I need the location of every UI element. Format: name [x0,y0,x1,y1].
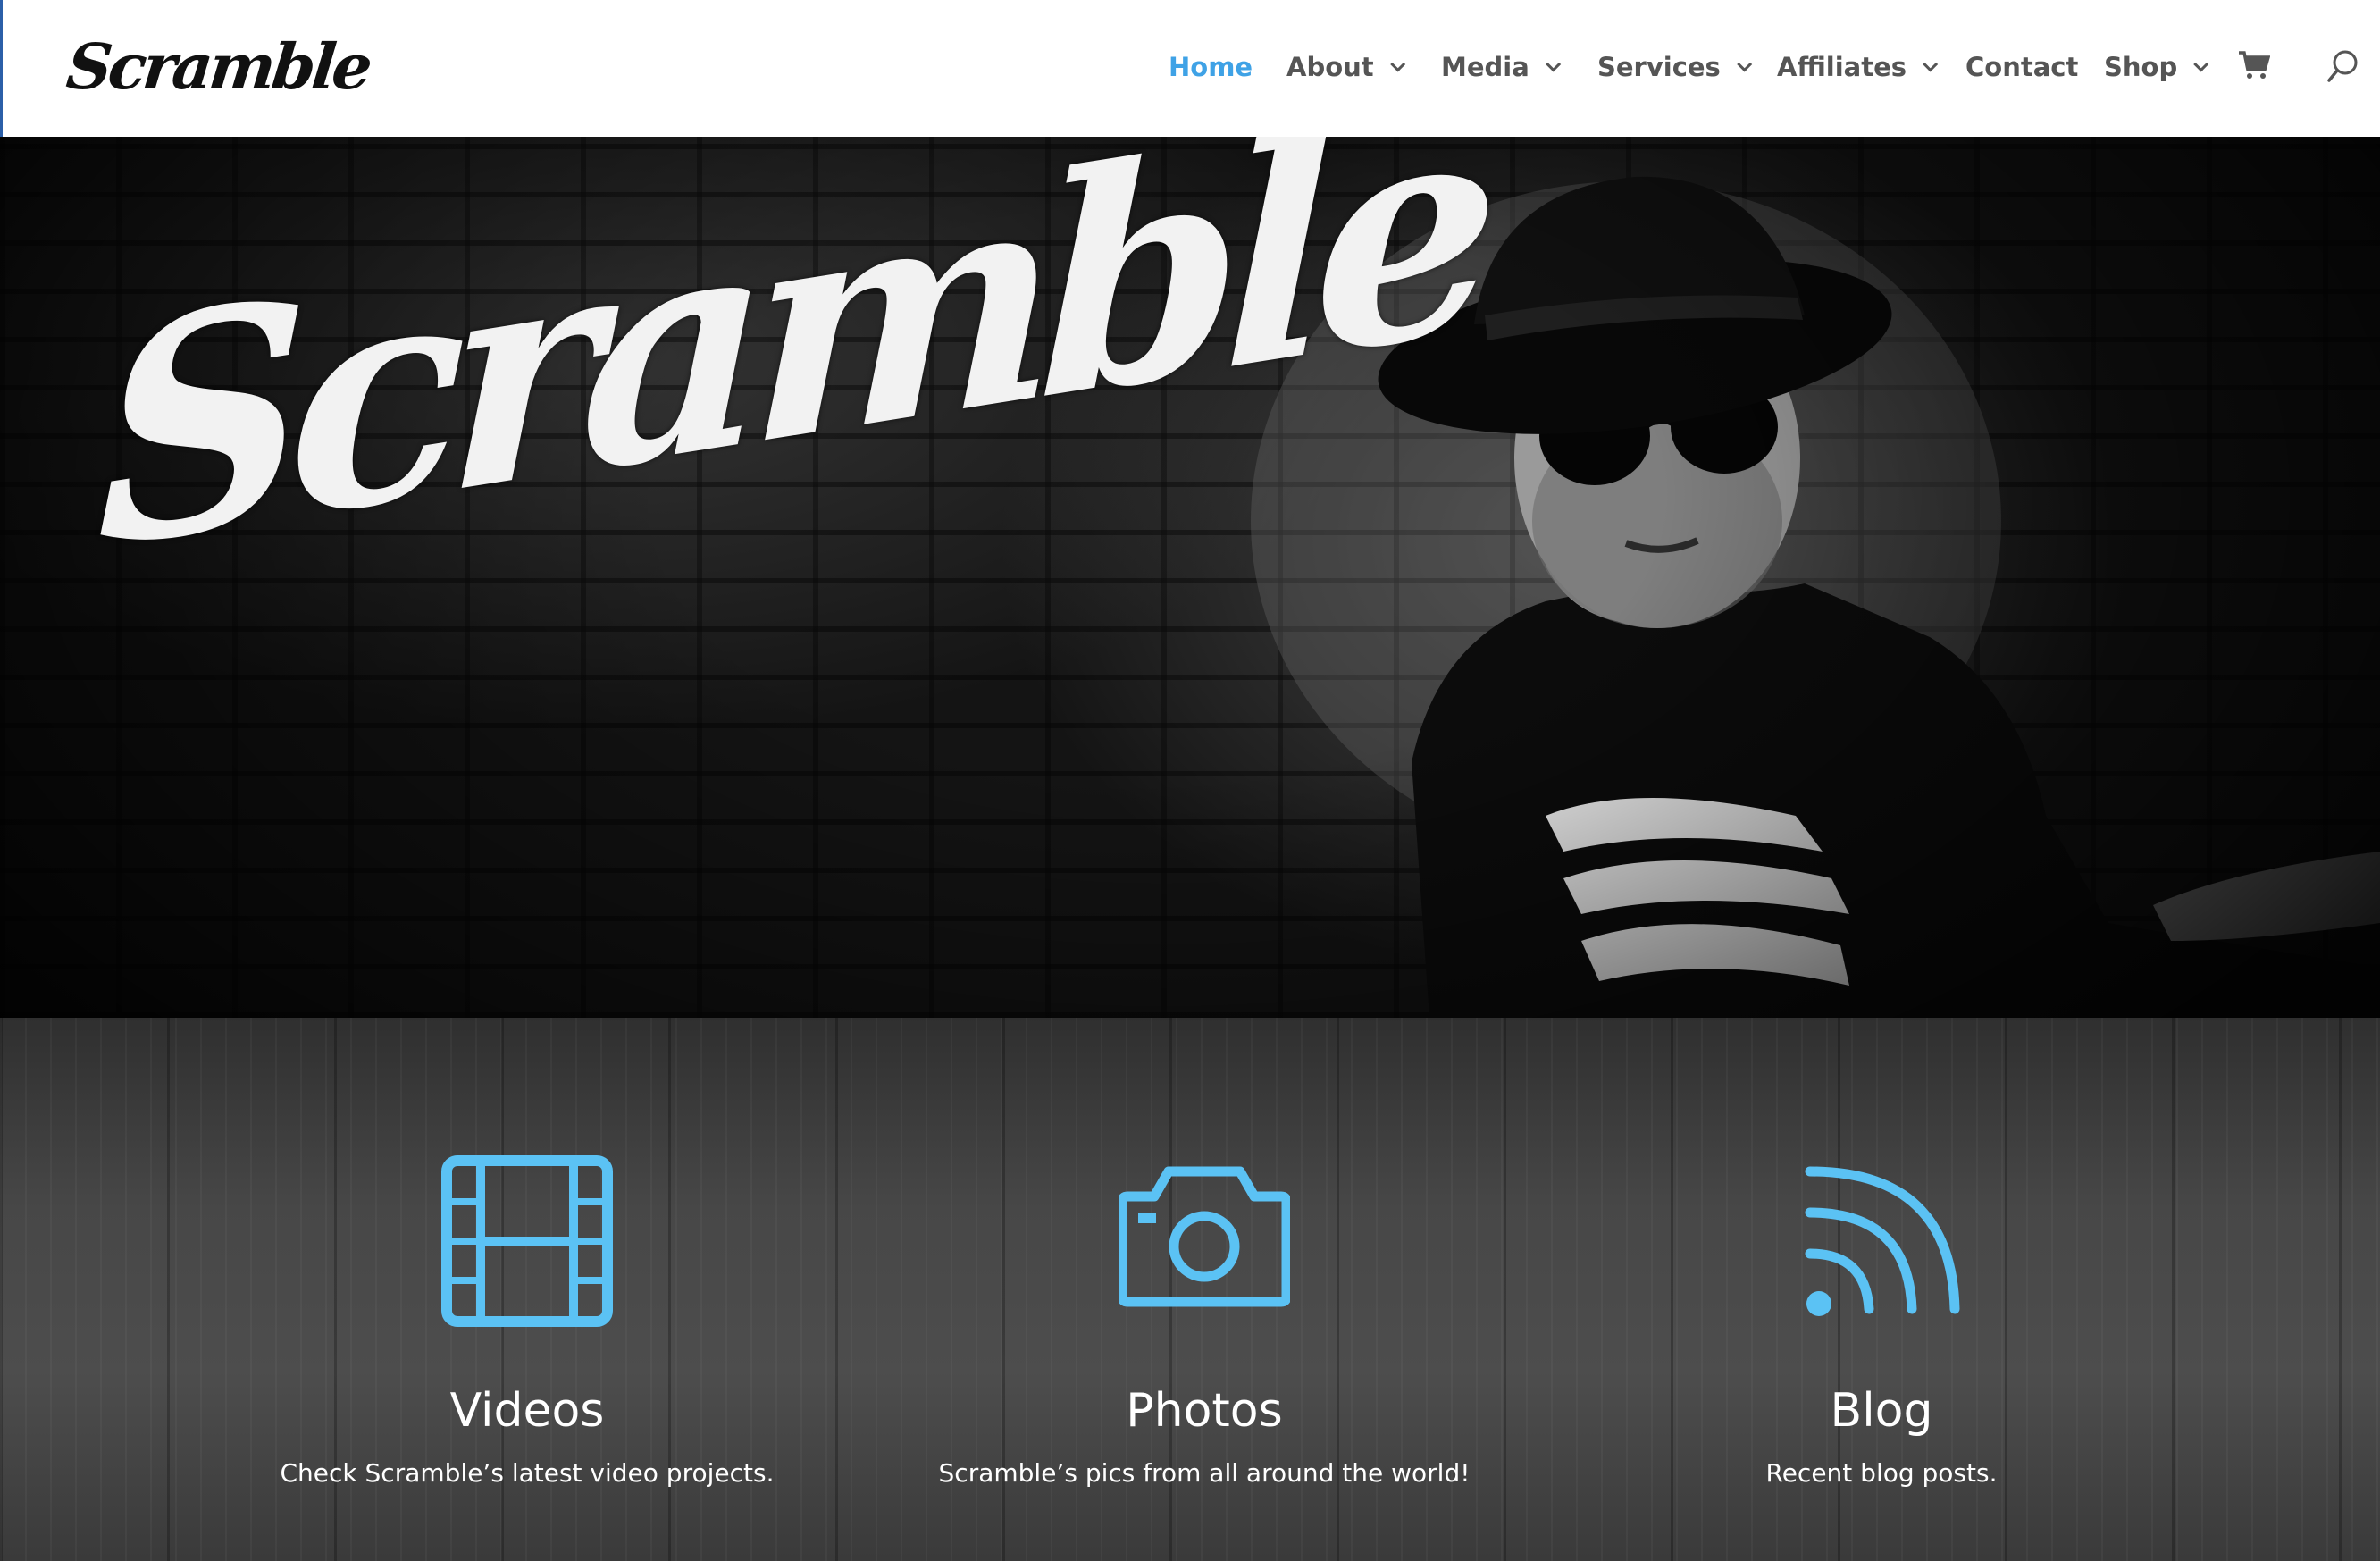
nav-item-contact[interactable]: Contact [1965,46,2078,88]
nav-item-label: Shop [2104,52,2178,82]
chevron-down-icon [1737,56,1753,72]
nav-item-services[interactable]: Services [1597,46,1753,88]
nav-item-media[interactable]: Media [1441,46,1561,88]
search-icon[interactable] [2326,48,2361,84]
nav-item-label: Affiliates [1777,52,1907,82]
nav-item-about[interactable]: About [1286,46,1405,88]
main-nav: Home About Media Services Affiliates Con… [3,0,2380,137]
rss-feed-icon[interactable] [1796,1155,1967,1327]
feature-description: Check Scramble’s latest video projects. [280,1458,775,1488]
feature-title[interactable]: Photos [892,1382,1517,1439]
chevron-down-icon [2193,56,2209,72]
nav-item-label: Media [1441,52,1529,82]
hero-banner: Scramble [0,137,2380,1018]
feature-photos: Photos Scramble’s pics from all around t… [892,1018,1517,1561]
nav-item-label: About [1286,52,1374,82]
cart-icon[interactable] [2238,50,2270,80]
nav-item-affiliates[interactable]: Affiliates [1777,46,1939,88]
features-section: Videos Check Scramble’s latest video pro… [0,1018,2380,1561]
site-header: Scramble Home About Media Services Affil… [0,0,2380,137]
feature-videos: Videos Check Scramble’s latest video pro… [214,1018,840,1561]
feature-title[interactable]: Blog [1569,1382,2194,1439]
nav-item-home[interactable]: Home [1169,46,1253,88]
chevron-down-icon [1923,56,1939,72]
feature-blog: Blog Recent blog posts. [1569,1018,2194,1561]
film-strip-icon[interactable] [441,1155,613,1327]
nav-item-shop[interactable]: Shop [2104,46,2209,88]
feature-description: Recent blog posts. [1765,1458,1998,1488]
nav-item-label: Contact [1965,52,2079,82]
feature-title[interactable]: Videos [214,1382,840,1439]
feature-description: Scramble’s pics from all around the worl… [938,1458,1471,1488]
chevron-down-icon [1546,56,1561,72]
camera-icon[interactable] [1119,1155,1290,1327]
nav-item-label: Home [1169,52,1253,82]
chevron-down-icon [1389,56,1405,72]
nav-item-label: Services [1597,52,1721,82]
